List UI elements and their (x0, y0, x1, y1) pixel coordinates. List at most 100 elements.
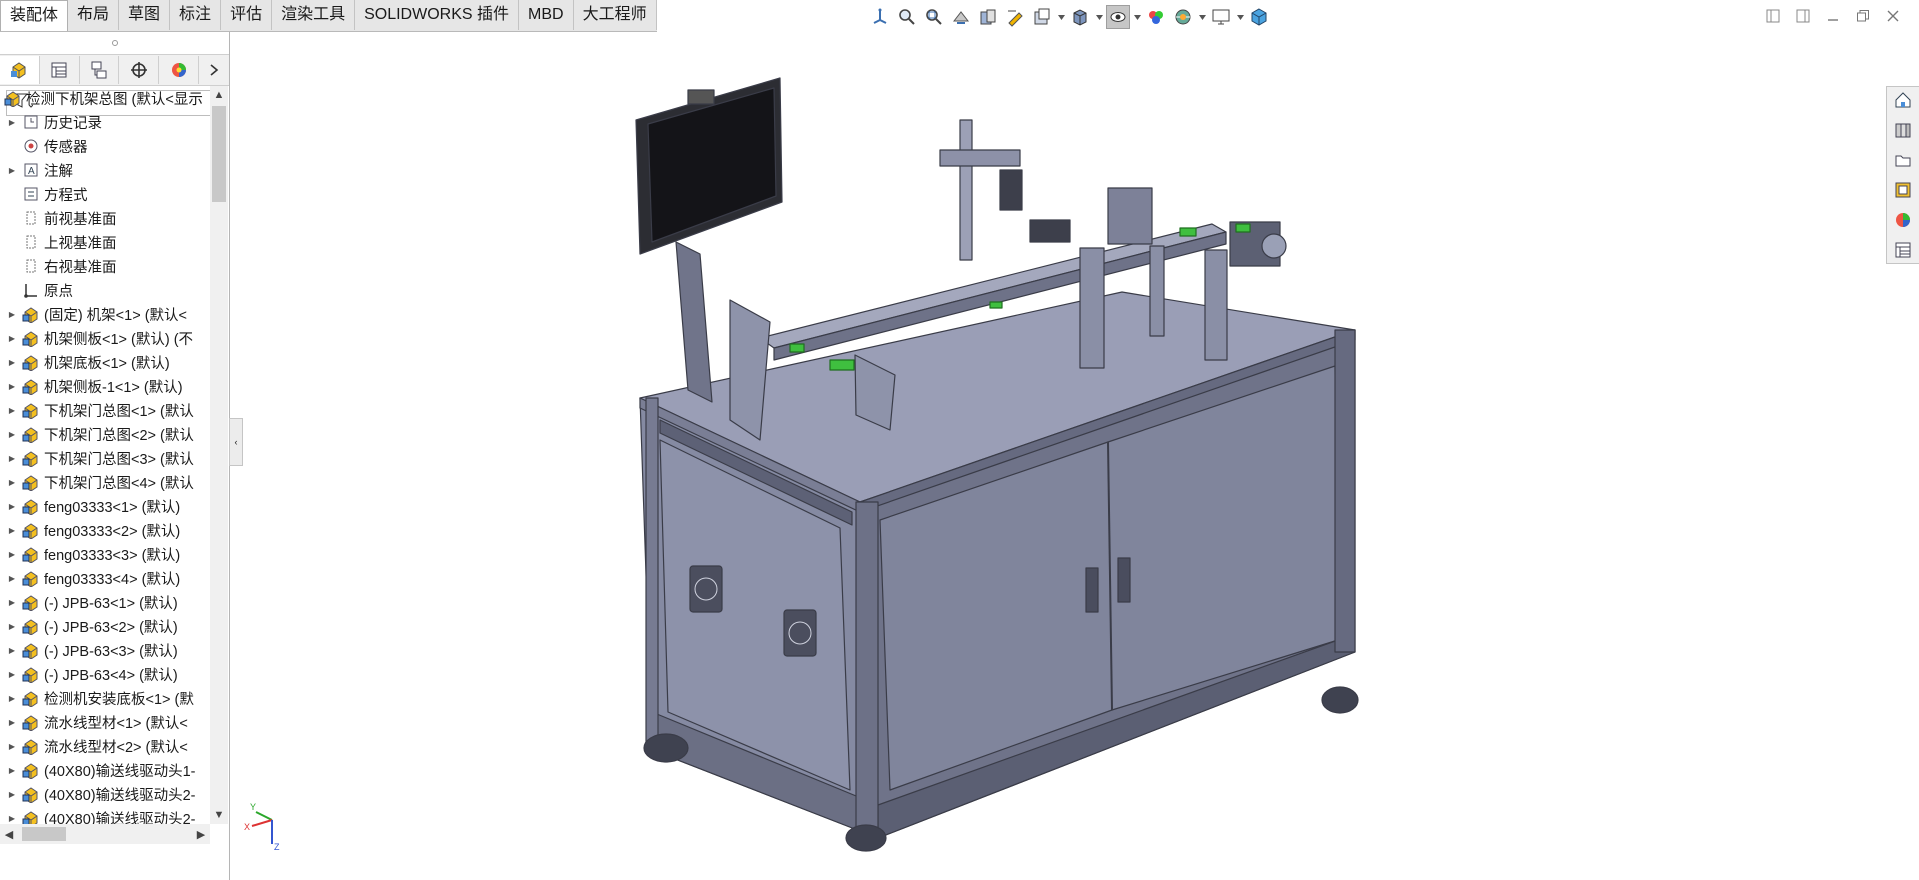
expand-arrow-icon[interactable]: ▶ (6, 806, 18, 824)
display-manager-icon[interactable] (159, 56, 200, 84)
tree-item[interactable]: 右视基准面 (0, 254, 210, 278)
scroll-down-icon[interactable]: ▼ (210, 806, 228, 824)
file-explorer-icon[interactable] (1887, 147, 1919, 173)
tree-item[interactable]: ▶ (-) JPB-63<2> (默认) (0, 614, 210, 638)
tab-6[interactable]: SOLIDWORKS 插件 (355, 0, 520, 30)
zoom-to-fit-icon[interactable] (895, 5, 919, 29)
tree-item[interactable]: ▶ feng03333<1> (默认) (0, 494, 210, 518)
expand-arrow-icon[interactable]: ▶ (6, 614, 18, 638)
tree-item[interactable]: ▶ feng03333<4> (默认) (0, 566, 210, 590)
expand-arrow-icon[interactable]: ▶ (6, 542, 18, 566)
expand-arrow-icon[interactable]: ▶ (6, 638, 18, 662)
tree-item[interactable]: ▶ 流水线型材<1> (默认< (0, 710, 210, 734)
scroll-up-icon[interactable]: ▲ (210, 86, 228, 104)
tree-item[interactable]: ▶ feng03333<3> (默认) (0, 542, 210, 566)
tree-item[interactable]: 上视基准面 (0, 230, 210, 254)
tree-item[interactable]: ▶ (-) JPB-63<1> (默认) (0, 590, 210, 614)
scroll-right-icon[interactable]: ▶ (192, 825, 210, 843)
tab-1[interactable]: 布局 (68, 0, 120, 30)
tree-item[interactable]: ▶ 检测机安装底板<1> (默 (0, 686, 210, 710)
tree-item[interactable]: ▶ 机架侧板-1<1> (默认) (0, 374, 210, 398)
tree-item[interactable]: ▶ 流水线型材<2> (默认< (0, 734, 210, 758)
tab-8[interactable]: 大工程师 (574, 0, 657, 30)
display-style-icon[interactable] (1068, 5, 1092, 29)
realview-icon[interactable] (1247, 5, 1271, 29)
apply-scene-icon[interactable] (1171, 5, 1195, 29)
view-orientation-icon[interactable] (868, 5, 892, 29)
tree-item[interactable]: ▶ 下机架门总图<2> (默认 (0, 422, 210, 446)
tree-horizontal-scrollbar[interactable]: ◀ ▶ (0, 824, 210, 844)
dynamic-annotation-icon[interactable] (1003, 5, 1027, 29)
tab-0[interactable]: 装配体 (0, 0, 69, 31)
tree-item[interactable]: ▶ (固定) 机架<1> (默认< (0, 302, 210, 326)
expand-arrow-icon[interactable]: ▶ (6, 662, 18, 686)
tree-item[interactable]: ▶ (40X80)输送线驱动头1- (0, 758, 210, 782)
hide-show-items-icon[interactable] (1106, 5, 1130, 29)
expand-arrow-icon[interactable]: ▶ (6, 398, 18, 422)
tab-5[interactable]: 渲染工具 (272, 0, 356, 30)
restore-icon[interactable] (1853, 6, 1873, 26)
expand-arrow-icon[interactable]: ▶ (6, 446, 18, 470)
graphics-area[interactable] (242, 32, 1887, 880)
view-settings-icon[interactable] (1030, 5, 1054, 29)
tree-item[interactable]: ▶ feng03333<2> (默认) (0, 518, 210, 542)
tree-item[interactable]: ▶ 下机架门总图<3> (默认 (0, 446, 210, 470)
configuration-manager-icon[interactable] (80, 56, 120, 84)
zoom-to-area-icon[interactable] (922, 5, 946, 29)
tree-item[interactable]: ▶ (40X80)输送线驱动头2- (0, 806, 210, 824)
panel-collapse-handle[interactable]: ‹ (229, 418, 243, 466)
minimize-icon[interactable] (1823, 6, 1843, 26)
chevron-right-icon[interactable] (199, 56, 229, 84)
chevron-down-icon[interactable] (1095, 5, 1103, 29)
expand-arrow-icon[interactable]: ▶ (6, 566, 18, 590)
scroll-left-icon[interactable]: ◀ (0, 825, 18, 843)
edit-appearance-icon[interactable] (1144, 5, 1168, 29)
tile-right-icon[interactable] (1793, 6, 1813, 26)
view-palette-icon[interactable] (1887, 177, 1919, 203)
tree-item[interactable]: ▶ 历史记录 (0, 110, 210, 134)
tree-item[interactable]: ▶ (-) JPB-63<3> (默认) (0, 638, 210, 662)
expand-arrow-icon[interactable]: ▶ (6, 758, 18, 782)
tree-item[interactable]: ▶ 机架侧板<1> (默认) (不 (0, 326, 210, 350)
tab-4[interactable]: 评估 (221, 0, 273, 30)
close-icon[interactable] (1883, 6, 1903, 26)
expand-arrow-icon[interactable]: ▶ (6, 302, 18, 326)
tree-item[interactable]: ▶ 下机架门总图<4> (默认 (0, 470, 210, 494)
tree-item[interactable]: ▶ (-) JPB-63<4> (默认) (0, 662, 210, 686)
expand-arrow-icon[interactable]: ▶ (6, 326, 18, 350)
tree-item[interactable]: 方程式 (0, 182, 210, 206)
expand-arrow-icon[interactable]: ▶ (6, 422, 18, 446)
section-view-icon[interactable] (976, 5, 1000, 29)
expand-arrow-icon[interactable]: ▶ (6, 494, 18, 518)
vertical-scroll-thumb[interactable] (212, 106, 226, 202)
tab-7[interactable]: MBD (519, 0, 574, 30)
tree-item[interactable]: ▶ A 注解 (0, 158, 210, 182)
tree-item[interactable]: 传感器 (0, 134, 210, 158)
panel-grip[interactable] (0, 32, 229, 54)
tree-item[interactable]: 前视基准面 (0, 206, 210, 230)
chevron-down-icon[interactable] (1236, 5, 1244, 29)
tree-item[interactable]: 原点 (0, 278, 210, 302)
chevron-down-icon[interactable] (1198, 5, 1206, 29)
expand-arrow-icon[interactable]: ▶ (6, 734, 18, 758)
tile-left-icon[interactable] (1763, 6, 1783, 26)
chevron-down-icon[interactable] (1057, 5, 1065, 29)
feature-manager-icon[interactable] (0, 56, 40, 84)
expand-arrow-icon[interactable]: ▶ (6, 374, 18, 398)
tree-item[interactable]: ▶ 机架底板<1> (默认) (0, 350, 210, 374)
chevron-down-icon[interactable] (1133, 5, 1141, 29)
previous-view-icon[interactable] (949, 5, 973, 29)
tree-item[interactable]: ▶ 下机架门总图<1> (默认 (0, 398, 210, 422)
expand-arrow-icon[interactable]: ▶ (6, 470, 18, 494)
tree-vertical-scrollbar[interactable]: ▲ ▼ (210, 86, 228, 824)
tab-3[interactable]: 标注 (170, 0, 222, 30)
model-assembly[interactable] (635, 77, 1359, 852)
expand-arrow-icon[interactable]: ▶ (6, 350, 18, 374)
custom-properties-icon[interactable] (1887, 237, 1919, 263)
expand-arrow-icon[interactable]: ▶ (6, 710, 18, 734)
expand-arrow-icon[interactable]: ▶ (6, 686, 18, 710)
expand-arrow-icon[interactable]: ▶ (6, 782, 18, 806)
property-manager-icon[interactable] (40, 56, 80, 84)
tree-item[interactable]: ▶ (40X80)输送线驱动头2- (0, 782, 210, 806)
solidworks-resources-icon[interactable] (1887, 87, 1919, 113)
